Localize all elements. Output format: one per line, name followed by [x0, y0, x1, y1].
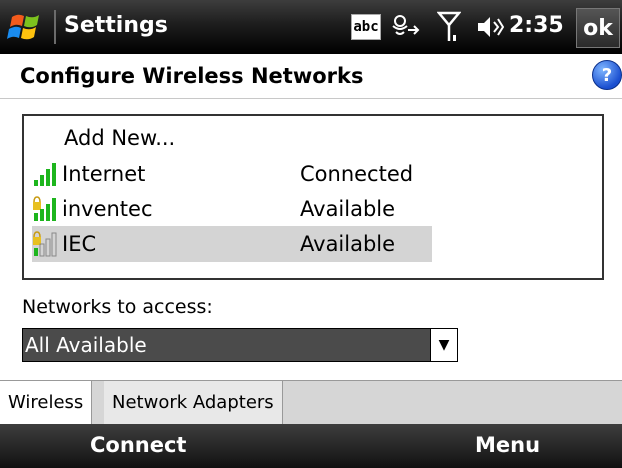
- networks-to-access-select[interactable]: All Available ▼: [22, 328, 458, 362]
- network-name: inventec: [62, 197, 153, 221]
- add-new-item[interactable]: Add New...: [64, 120, 175, 156]
- softkey-bar: Connect Menu: [0, 424, 622, 468]
- page-title: Configure Wireless Networks: [20, 64, 364, 88]
- network-name: IEC: [62, 232, 97, 256]
- network-list[interactable]: Add New... Internet Connected inventec A…: [22, 114, 604, 280]
- networks-to-access-label: Networks to access:: [22, 296, 213, 318]
- windows-start-icon[interactable]: [6, 9, 46, 45]
- menu-softkey[interactable]: Menu: [475, 433, 540, 457]
- network-status: Available: [300, 232, 396, 256]
- network-row-inventec[interactable]: inventec Available: [32, 191, 432, 227]
- add-new-label: Add New...: [64, 126, 176, 150]
- clock[interactable]: 2:35: [509, 13, 564, 38]
- connect-softkey[interactable]: Connect: [90, 433, 186, 457]
- volume-icon[interactable]: [475, 10, 505, 44]
- title-bar: Settings abc 2:35 ok: [0, 0, 622, 54]
- signal-strength-icon[interactable]: [436, 10, 462, 44]
- network-row-internet[interactable]: Internet Connected: [32, 156, 432, 192]
- dropdown-arrow-icon[interactable]: ▼: [430, 329, 457, 361]
- title-separator: [54, 10, 56, 44]
- tab-strip: Wireless Network Adapters: [0, 380, 622, 424]
- select-value: All Available: [25, 333, 147, 357]
- connectivity-icon[interactable]: [389, 10, 425, 44]
- tab-network-adapters[interactable]: Network Adapters: [104, 381, 283, 424]
- secured-signal-bars-icon: [33, 231, 57, 257]
- tab-wireless[interactable]: Wireless: [0, 381, 93, 424]
- ok-button[interactable]: ok: [576, 8, 620, 48]
- app-title: Settings: [64, 13, 168, 38]
- network-status: Connected: [300, 162, 414, 186]
- page-header: Configure Wireless Networks ?: [0, 54, 622, 99]
- network-name: Internet: [62, 162, 146, 186]
- network-row-iec[interactable]: IEC Available: [32, 226, 432, 262]
- secured-signal-bars-icon: [33, 196, 56, 221]
- network-status: Available: [300, 197, 396, 221]
- help-icon[interactable]: ?: [592, 60, 622, 90]
- signal-bars-icon: [34, 163, 56, 186]
- input-method-icon[interactable]: abc: [350, 10, 382, 44]
